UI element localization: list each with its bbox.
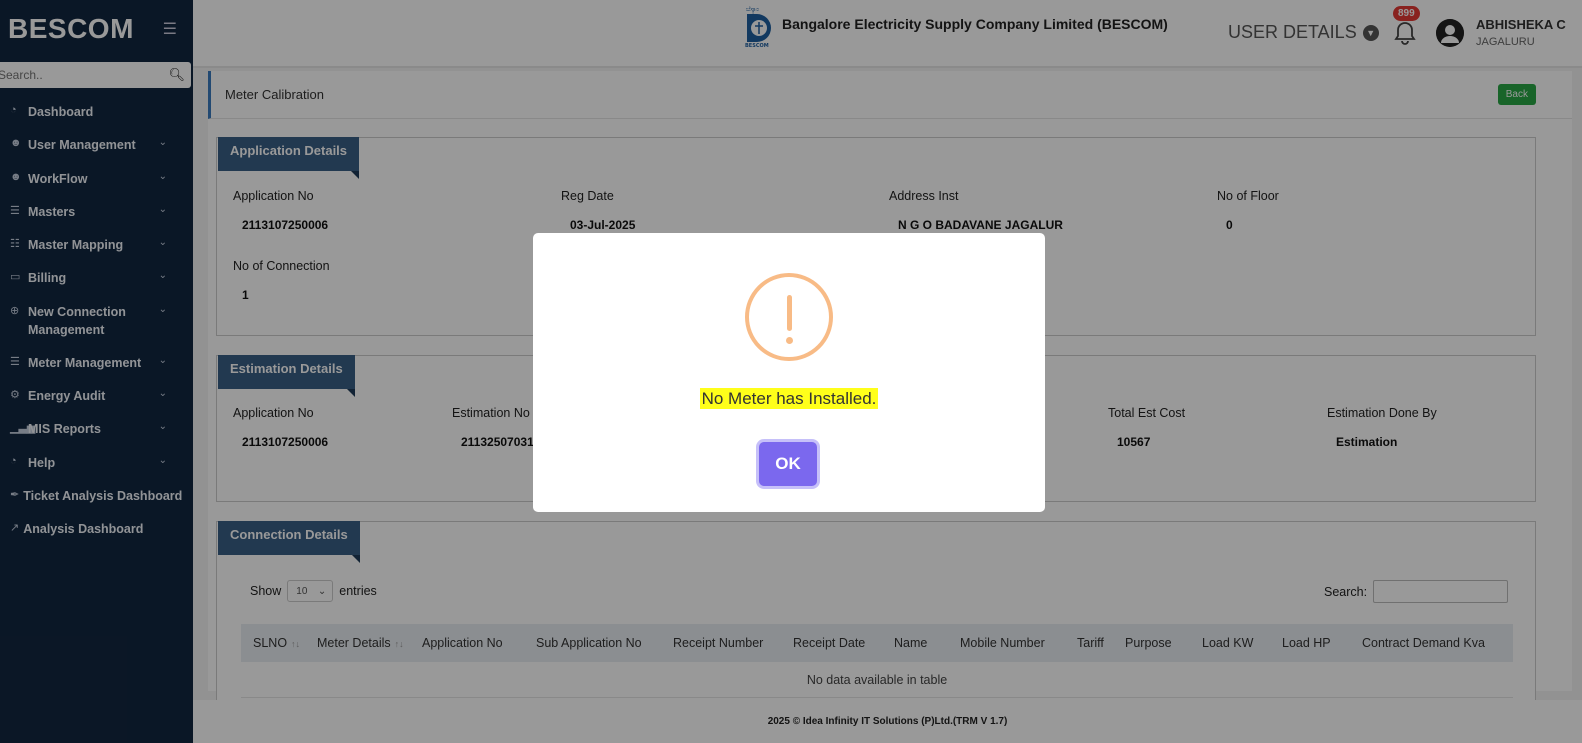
warning-icon-bar <box>787 295 792 331</box>
alert-message-text: No Meter has Installed. <box>699 388 879 409</box>
alert-dialog: No Meter has Installed. OK <box>533 233 1045 512</box>
warning-icon-dot <box>786 337 793 344</box>
ok-button[interactable]: OK <box>759 442 817 486</box>
alert-message: No Meter has Installed. <box>533 388 1045 409</box>
warning-icon <box>745 273 833 361</box>
